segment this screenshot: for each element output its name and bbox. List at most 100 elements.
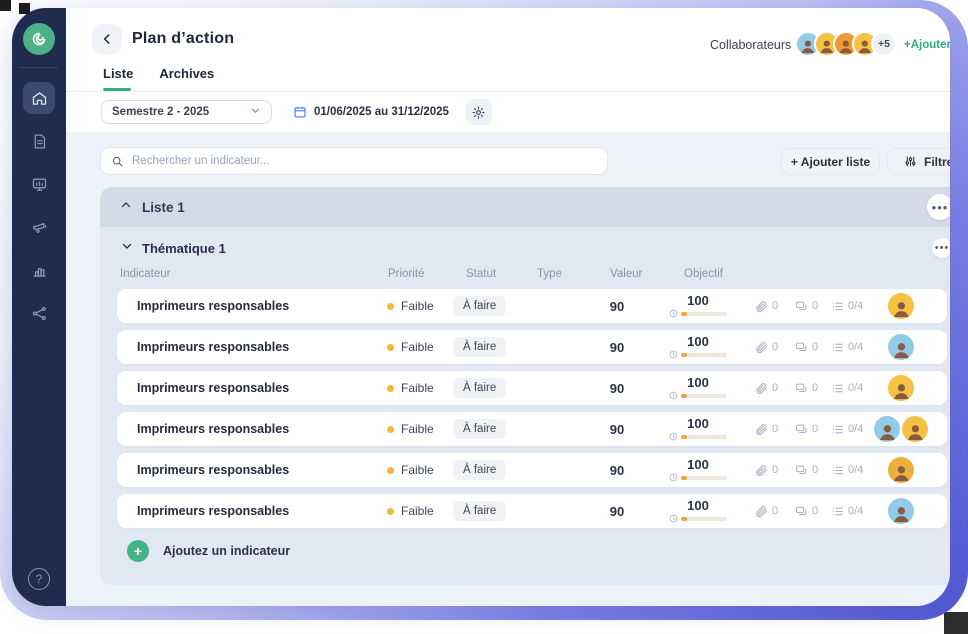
status-badge: À faire: [453, 337, 506, 357]
back-button[interactable]: [92, 24, 122, 54]
progress-track: [681, 353, 727, 357]
app-window: ? Plan d’action Collaborateurs +5 +Ajout…: [12, 8, 950, 606]
value-cell: 90: [587, 453, 647, 487]
collaborators-overflow-badge[interactable]: +5: [871, 31, 897, 57]
attachments-count[interactable]: 0: [755, 494, 778, 528]
attachments-count[interactable]: 0: [755, 289, 778, 323]
value-cell: 90: [587, 494, 647, 528]
comments-count[interactable]: 0: [795, 330, 818, 364]
list-header[interactable]: Liste 1 •••: [100, 187, 950, 227]
indicator-name: Imprimeurs responsables: [137, 330, 289, 364]
sidebar-item-documents[interactable]: [23, 125, 55, 157]
comments-value: 0: [812, 300, 818, 312]
checklist-count[interactable]: 0/4: [831, 412, 863, 446]
comments-count[interactable]: 0: [795, 371, 818, 405]
progress-track: [681, 312, 727, 316]
sidebar-item-analytics[interactable]: [23, 254, 55, 286]
add-collaborator-button[interactable]: +Ajouter: [904, 39, 950, 51]
comments-count[interactable]: 0: [795, 494, 818, 528]
checklist-icon: [831, 382, 844, 395]
progress-fill: [681, 435, 687, 439]
attachments-count[interactable]: 0: [755, 371, 778, 405]
list-menu-button[interactable]: •••: [927, 194, 950, 220]
filter-button[interactable]: Filtrer: [887, 148, 950, 175]
search-input[interactable]: [132, 155, 597, 167]
search-icon: [111, 155, 124, 168]
megaphone-icon: [31, 219, 48, 236]
indicator-row[interactable]: Imprimeurs responsables Faible À faire 9…: [117, 494, 947, 528]
objective-progress: [669, 514, 727, 523]
indicator-row[interactable]: Imprimeurs responsables Faible À faire 9…: [117, 371, 947, 405]
date-range-control[interactable]: 01/06/2025 au 31/12/2025: [293, 105, 449, 119]
clock-icon: [669, 514, 678, 523]
comments-value: 0: [812, 505, 818, 517]
checklist-count[interactable]: 0/4: [831, 453, 863, 487]
priority-dot: [387, 467, 394, 474]
objective-cell: 100: [669, 453, 727, 487]
add-indicator-button[interactable]: + Ajoutez un indicateur: [127, 540, 950, 562]
checklist-icon: [831, 505, 844, 518]
priority-label: Faible: [401, 381, 434, 395]
checklist-value: 0/4: [848, 505, 863, 517]
theme-menu-button[interactable]: •••: [932, 238, 950, 258]
avatar: [888, 334, 914, 360]
sidebar-item-home[interactable]: [23, 82, 55, 114]
progress-track: [681, 517, 727, 521]
priority-label: Faible: [401, 422, 434, 436]
tab-liste[interactable]: Liste: [103, 66, 133, 91]
comments-count[interactable]: 0: [795, 289, 818, 323]
theme-header[interactable]: Thématique 1 •••: [100, 235, 950, 261]
comments-icon: [795, 423, 808, 436]
add-list-button[interactable]: + Ajouter liste: [781, 148, 880, 175]
attachments-count[interactable]: 0: [755, 330, 778, 364]
checklist-count[interactable]: 0/4: [831, 371, 863, 405]
indicator-name: Imprimeurs responsables: [137, 453, 289, 487]
comments-count[interactable]: 0: [795, 453, 818, 487]
chevron-down-icon[interactable]: [121, 239, 133, 257]
sidebar-item-network[interactable]: [23, 297, 55, 329]
comments-icon: [795, 464, 808, 477]
status-badge: À faire: [453, 296, 506, 316]
help-icon[interactable]: ?: [28, 568, 50, 590]
checklist-count[interactable]: 0/4: [831, 494, 863, 528]
checklist-count[interactable]: 0/4: [831, 289, 863, 323]
progress-track: [681, 394, 727, 398]
objective-cell: 100: [669, 289, 727, 323]
tab-archives[interactable]: Archives: [159, 66, 214, 91]
brand-spiral-icon[interactable]: [23, 23, 55, 55]
indicator-rows: Imprimeurs responsables Faible À faire 9…: [100, 289, 947, 528]
attachments-value: 0: [772, 382, 778, 394]
attachments-count[interactable]: 0: [755, 412, 778, 446]
sidebar-item-announcements[interactable]: [23, 211, 55, 243]
priority-cell: Faible: [387, 289, 434, 323]
network-icon: [31, 305, 48, 322]
value-cell: 90: [587, 371, 647, 405]
checklist-count[interactable]: 0/4: [831, 330, 863, 364]
attachments-value: 0: [772, 341, 778, 353]
status-badge: À faire: [453, 460, 506, 480]
period-select[interactable]: Semestre 2 - 2025: [101, 100, 272, 124]
paperclip-icon: [755, 382, 768, 395]
sidebar: ?: [12, 8, 66, 606]
chevron-up-icon[interactable]: [120, 198, 132, 216]
indicator-row[interactable]: Imprimeurs responsables Faible À faire 9…: [117, 453, 947, 487]
objective-value: 100: [687, 417, 709, 430]
row-avatars: [870, 330, 932, 364]
main-area: Plan d’action Collaborateurs +5 +Ajouter…: [66, 8, 950, 606]
indicator-row[interactable]: Imprimeurs responsables Faible À faire 9…: [117, 330, 947, 364]
settings-button[interactable]: [466, 99, 492, 125]
column-statut: Statut: [466, 268, 496, 280]
comments-value: 0: [812, 464, 818, 476]
clock-icon: [669, 391, 678, 400]
bar-chart-icon: [31, 262, 48, 279]
attachments-count[interactable]: 0: [755, 453, 778, 487]
value-cell: 90: [587, 412, 647, 446]
objective-progress: [669, 432, 727, 441]
theme-title: Thématique 1: [142, 241, 226, 256]
priority-dot: [387, 344, 394, 351]
sidebar-item-dashboard[interactable]: [23, 168, 55, 200]
value-cell: 90: [587, 330, 647, 364]
indicator-row[interactable]: Imprimeurs responsables Faible À faire 9…: [117, 412, 947, 446]
comments-count[interactable]: 0: [795, 412, 818, 446]
indicator-row[interactable]: Imprimeurs responsables Faible À faire 9…: [117, 289, 947, 323]
